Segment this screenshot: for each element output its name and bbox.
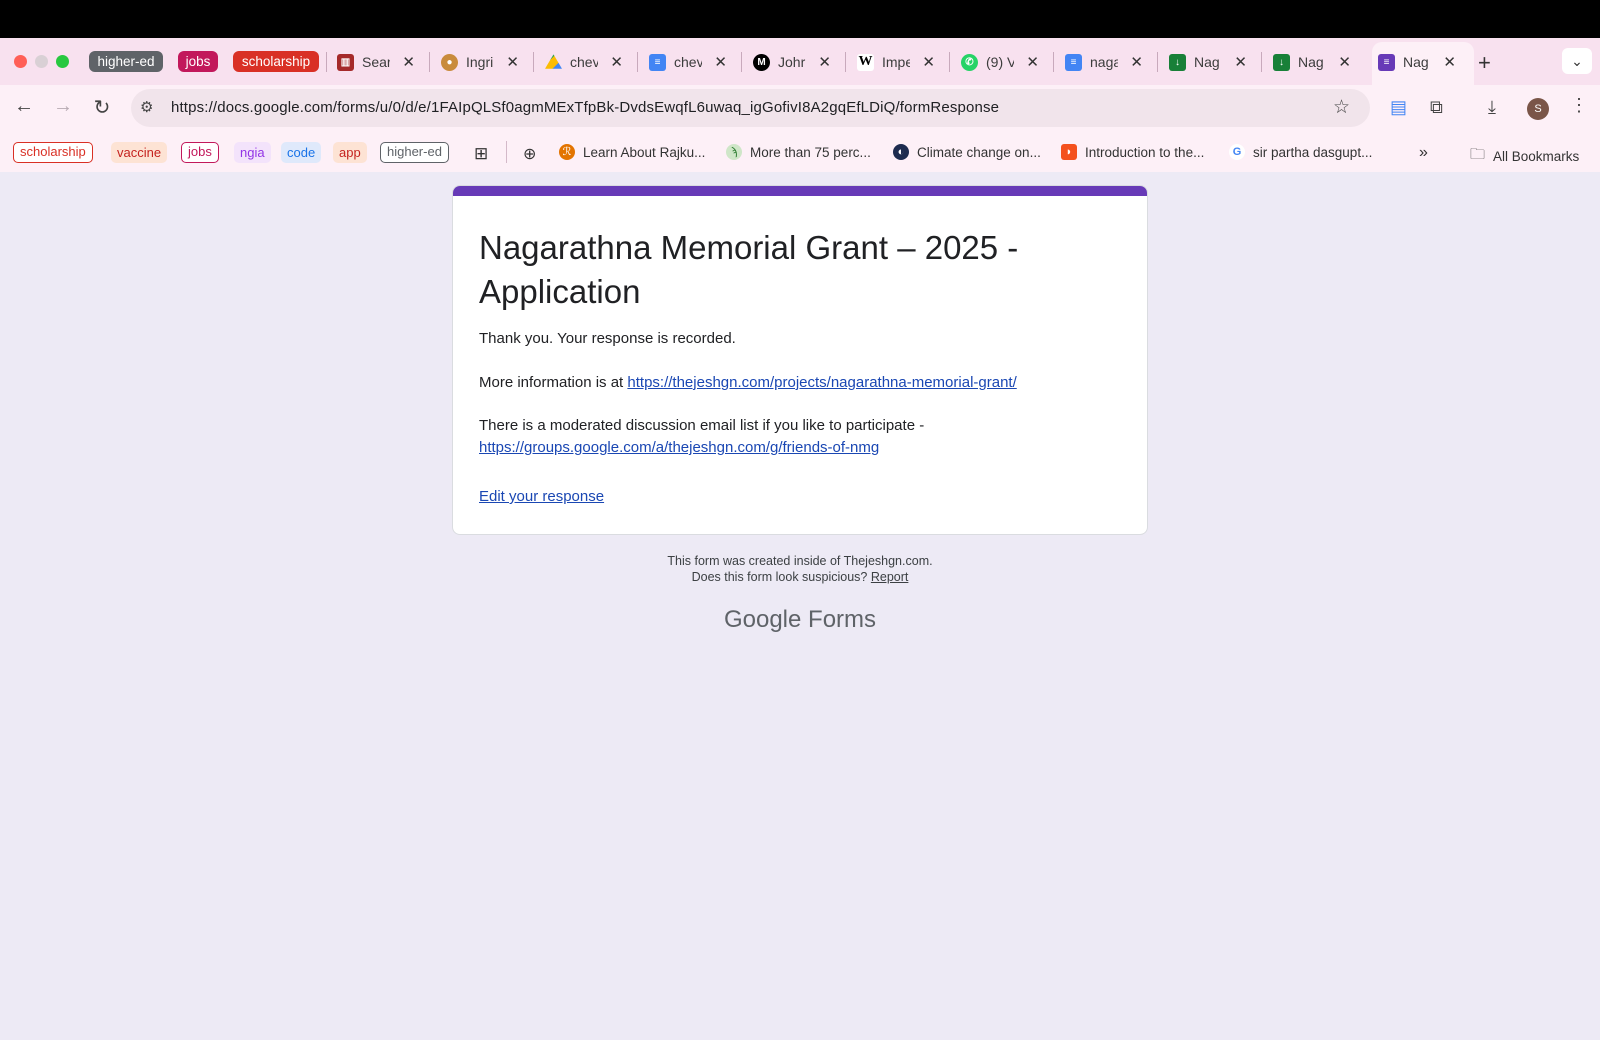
close-tab-icon[interactable]: ✕ — [714, 53, 727, 71]
discussion-group-link[interactable]: https://groups.google.com/a/thejeshgn.co… — [479, 439, 879, 456]
forward-button[interactable]: → — [50, 95, 76, 118]
created-inside-text: This form was created inside of Thejeshg… — [667, 554, 933, 568]
form-response-card: Nagarathna Memorial Grant – 2025 - Appli… — [452, 185, 1148, 535]
site-info-icon[interactable]: ⚙ — [140, 98, 153, 116]
whatsapp-icon: ✆ — [961, 53, 978, 71]
edit-response-link[interactable]: Edit your response — [479, 488, 604, 505]
bookmark-group-ngia[interactable]: ngia — [234, 142, 271, 163]
apps-grid-icon[interactable]: ⊞ — [474, 144, 488, 164]
browser-tab-active[interactable]: ≡ Nag ✕ — [1378, 46, 1456, 78]
bookmark-group-jobs[interactable]: jobs — [181, 142, 219, 163]
bookmark-group-scholarship[interactable]: scholarship — [13, 142, 93, 163]
browser-tab[interactable]: ✆ (9) V ✕ — [961, 46, 1039, 78]
close-tab-icon[interactable]: ✕ — [1234, 53, 1247, 71]
back-button[interactable]: ← — [11, 95, 37, 118]
menu-icon[interactable]: ⋮ — [1570, 95, 1588, 116]
discussion-text: There is a moderated discussion email li… — [479, 417, 925, 434]
close-tab-icon[interactable]: ✕ — [1026, 53, 1039, 71]
browser-tab[interactable]: ↓ Nag ✕ — [1273, 46, 1351, 78]
reload-button[interactable]: ↻ — [89, 95, 115, 120]
bookmark-group-vaccine[interactable]: vaccine — [111, 142, 168, 163]
maximize-window-button[interactable] — [56, 55, 69, 68]
medium-icon: M — [753, 53, 770, 71]
tab-group-scholarship[interactable]: scholarship — [233, 51, 319, 72]
browser-tab[interactable]: W Impe ✕ — [857, 46, 935, 78]
browser-tab[interactable]: ≡ naga ✕ — [1065, 46, 1143, 78]
bookmark-group-code[interactable]: code — [281, 142, 322, 163]
google-icon: G — [1229, 144, 1245, 160]
discussion-line: https://groups.google.com/a/thejeshgn.co… — [479, 437, 879, 459]
form-accent-bar — [453, 186, 1147, 196]
close-tab-icon[interactable]: ✕ — [818, 53, 831, 71]
bookmark-star-icon[interactable]: ☆ — [1333, 96, 1350, 119]
tab-group-jobs[interactable]: jobs — [178, 51, 218, 72]
browser-tab[interactable]: ↓ Nag ✕ — [1169, 46, 1247, 78]
close-tab-icon[interactable]: ✕ — [922, 53, 935, 71]
close-tab-icon[interactable]: ✕ — [1338, 53, 1351, 71]
wikipedia-icon: W — [857, 53, 874, 71]
close-tab-icon[interactable]: ✕ — [506, 53, 519, 71]
drive-icon — [545, 54, 562, 69]
globe-icon[interactable]: ⊕ — [523, 144, 536, 164]
new-tab-button[interactable]: + — [1478, 50, 1491, 76]
download-icon: ↓ — [1169, 53, 1186, 71]
close-tab-icon[interactable]: ✕ — [1443, 53, 1456, 71]
tab-group-higher-ed[interactable]: higher-ed — [89, 51, 163, 72]
bookmark-favicon-icon: ◗ — [1061, 144, 1077, 160]
bookmark-item[interactable]: ϡ More than 75 perc... — [726, 144, 871, 160]
downloads-icon[interactable]: ⤓ — [1488, 97, 1496, 118]
browser-tab[interactable]: ● Ingri ✕ — [441, 46, 519, 78]
more-info-line: More information is at https://thejeshgn… — [479, 374, 1017, 391]
browser-tab[interactable]: ≡ chev ✕ — [649, 46, 727, 78]
form-footer: This form was created inside of Thejeshg… — [452, 553, 1148, 585]
confirmation-message: Thank you. Your response is recorded. — [479, 330, 736, 347]
report-link[interactable]: Report — [871, 570, 909, 584]
more-bookmarks-icon[interactable]: » — [1419, 144, 1428, 162]
close-tab-icon[interactable]: ✕ — [1130, 53, 1143, 71]
bookmark-group-higher-ed[interactable]: higher-ed — [380, 142, 449, 163]
bookmark-favicon-icon: ℛ — [559, 144, 575, 160]
profile-avatar[interactable]: S — [1527, 98, 1549, 120]
folder-icon: 🗀 — [1470, 146, 1486, 163]
browser-tab[interactable]: chev ✕ — [545, 46, 623, 78]
edit-response-line: Edit your response — [479, 486, 604, 508]
forms-icon: ≡ — [1378, 53, 1395, 71]
bookmark-group-app[interactable]: app — [333, 142, 367, 163]
minimize-window-button[interactable] — [35, 55, 48, 68]
extensions-icon[interactable]: ⧉ — [1430, 97, 1443, 118]
bookmark-favicon-icon: ◐ — [893, 144, 909, 160]
person-icon: ● — [441, 53, 458, 71]
all-bookmarks-button[interactable]: 🗀 All Bookmarks — [1470, 144, 1579, 169]
close-tab-icon[interactable]: ✕ — [610, 53, 623, 71]
bookmark-item[interactable]: ◗ Introduction to the... — [1061, 144, 1204, 160]
close-tab-icon[interactable]: ✕ — [402, 53, 415, 71]
docs-extension-icon[interactable]: ▤ — [1390, 97, 1407, 118]
suspicious-line: Does this form look suspicious? Report — [691, 570, 909, 584]
google-forms-logo[interactable]: Google Forms — [452, 606, 1148, 634]
url-text[interactable]: https://docs.google.com/forms/u/0/d/e/1F… — [171, 99, 999, 116]
form-title: Nagarathna Memorial Grant – 2025 - Appli… — [479, 229, 1019, 310]
browser-tab[interactable]: M Johr ✕ — [753, 46, 831, 78]
docs-icon: ≡ — [1065, 53, 1082, 71]
bookmark-favicon-icon: ϡ — [726, 144, 742, 160]
book-icon: ▥ — [337, 53, 354, 71]
docs-icon: ≡ — [649, 53, 666, 71]
close-window-button[interactable] — [14, 55, 27, 68]
bookmark-item[interactable]: Gsir partha dasgupt... — [1229, 144, 1372, 160]
bookmark-item[interactable]: ℛ Learn About Rajku... — [559, 144, 705, 160]
more-info-link[interactable]: https://thejeshgn.com/projects/nagarathn… — [627, 374, 1016, 391]
browser-tab[interactable]: ▥ Sear ✕ — [337, 46, 415, 78]
tab-search-button[interactable]: ⌄ — [1562, 48, 1592, 74]
download-icon: ↓ — [1273, 53, 1290, 71]
bookmark-item[interactable]: ◐ Climate change on... — [893, 144, 1041, 160]
